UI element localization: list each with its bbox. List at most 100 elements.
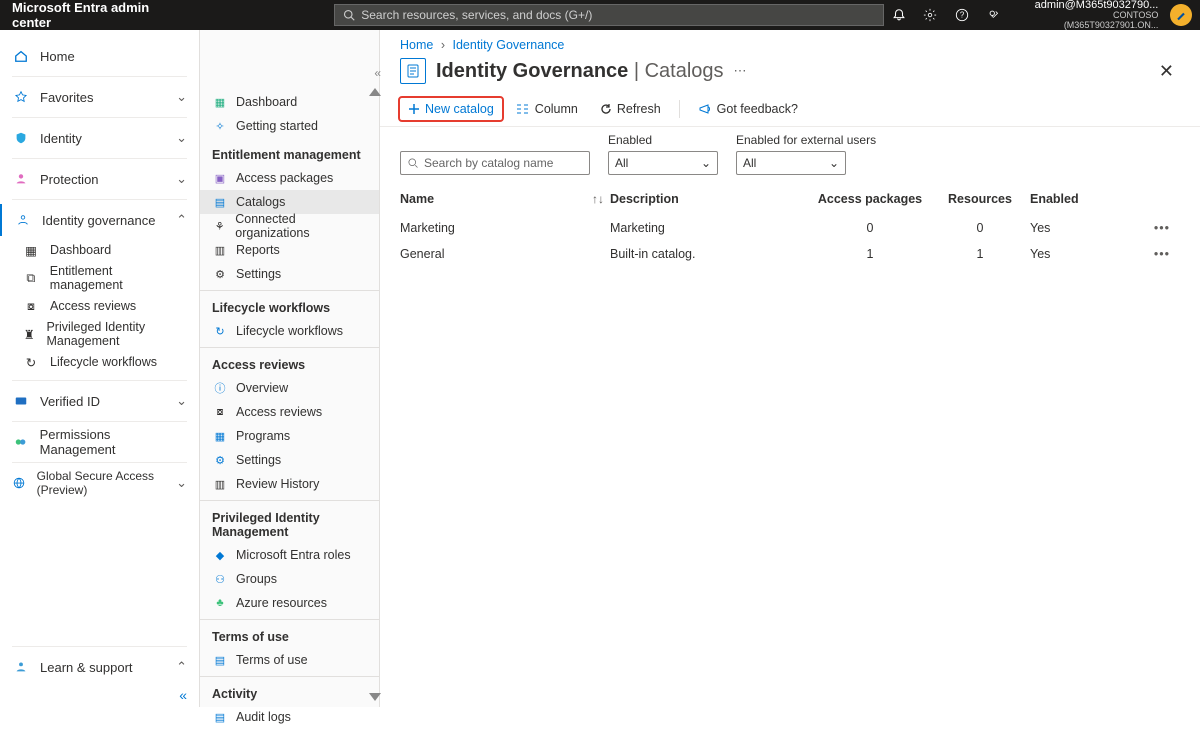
refresh-button[interactable]: Refresh: [592, 98, 669, 120]
col-name[interactable]: Name: [400, 192, 434, 206]
nav-identity[interactable]: Identity ⌄: [0, 122, 199, 154]
sort-icon[interactable]: ↑↓: [592, 192, 604, 206]
settings-icon[interactable]: [916, 0, 946, 30]
snav-access-reviews[interactable]: ⧇Access reviews: [200, 400, 379, 424]
snav-catalogs-label: Catalogs: [236, 195, 285, 209]
close-icon[interactable]: ✕: [1159, 61, 1180, 82]
nav-gov-pim[interactable]: ♜ Privileged Identity Management: [10, 320, 199, 348]
cell-pkgs: 1: [810, 247, 930, 261]
snav-terms[interactable]: ▤Terms of use: [200, 648, 379, 672]
reports-icon: ▥: [212, 244, 228, 257]
snav-programs-label: Programs: [236, 429, 290, 443]
cell-desc: Marketing: [610, 221, 810, 235]
feedback-button[interactable]: Got feedback?: [690, 98, 806, 120]
snav-catalogs[interactable]: ▤ Catalogs: [200, 190, 379, 214]
snav-connected-orgs-label: Connected organizations: [235, 212, 367, 240]
nav-verified-id[interactable]: Verified ID ⌄: [0, 385, 199, 417]
col-enabled[interactable]: Enabled: [1030, 192, 1130, 206]
nav-gov-entitlement[interactable]: ⧉ Entitlement management: [10, 264, 199, 292]
row-more-button[interactable]: •••: [1130, 247, 1170, 261]
snav-access-reviews-label: Access reviews: [236, 405, 322, 419]
nav-learn[interactable]: Learn & support ⌃: [0, 651, 199, 683]
snav-lifecycle[interactable]: ↻Lifecycle workflows: [200, 319, 379, 343]
new-catalog-label: New catalog: [425, 102, 494, 116]
snav-programs[interactable]: ▦ Programs: [200, 424, 379, 448]
help-icon[interactable]: ?: [947, 0, 977, 30]
enabled-filter-select[interactable]: All ⌄: [608, 151, 718, 175]
snav-h-pim: Privileged Identity Management: [200, 500, 379, 543]
col-resources[interactable]: Resources: [930, 192, 1030, 206]
cell-name: General: [400, 247, 610, 261]
groups-icon: ⚇: [212, 573, 228, 586]
nav-identity-governance[interactable]: Identity governance ⌃: [0, 204, 199, 236]
nav-favorites[interactable]: Favorites ⌄: [0, 81, 199, 113]
table-row[interactable]: Marketing Marketing 0 0 Yes •••: [400, 215, 1180, 241]
new-catalog-button[interactable]: New catalog: [400, 98, 502, 120]
breadcrumb-home[interactable]: Home: [400, 38, 433, 52]
lifecycle-icon: ↻: [22, 355, 40, 370]
notifications-icon[interactable]: [884, 0, 914, 30]
snav-review-history[interactable]: ▥Review History: [200, 472, 379, 496]
more-icon[interactable]: ⋯: [734, 63, 747, 79]
org-icon: ⚘: [212, 220, 227, 233]
catalog-search-input[interactable]: Search by catalog name: [400, 151, 590, 175]
snav-dashboard[interactable]: ▦Dashboard: [200, 90, 379, 114]
snav-connected-orgs[interactable]: ⚘ Connected organizations: [200, 214, 379, 238]
pim-icon: ♜: [22, 327, 36, 342]
column-button[interactable]: Column: [508, 98, 586, 120]
avatar[interactable]: [1170, 4, 1192, 26]
nav-gsa[interactable]: Global Secure Access (Preview) ⌄: [0, 467, 199, 499]
row-more-button[interactable]: •••: [1130, 221, 1170, 235]
page-icon: [400, 58, 426, 84]
nav-gov-lifecycle[interactable]: ↻ Lifecycle workflows: [10, 348, 199, 376]
collapse-toggle[interactable]: «: [0, 683, 199, 707]
globe-icon: [12, 476, 27, 490]
review-icon: ⧇: [22, 299, 40, 314]
snav-reports[interactable]: ▥Reports: [200, 238, 379, 262]
package-icon: ⧉: [22, 271, 40, 286]
snav-groups[interactable]: ⚇Groups: [200, 567, 379, 591]
column-label: Column: [535, 102, 578, 116]
snav-settings[interactable]: ⚙Settings: [200, 262, 379, 286]
snav-overview[interactable]: ⓘOverview: [200, 376, 379, 400]
enabled-filter-value: All: [615, 156, 628, 170]
catalog-icon: ▤: [212, 196, 228, 209]
breadcrumb-governance[interactable]: Identity Governance: [452, 38, 564, 52]
table-row[interactable]: General Built-in catalog. 1 1 Yes •••: [400, 241, 1180, 267]
snav-audit[interactable]: ▤Audit logs: [200, 705, 379, 729]
nav-gov-access-reviews[interactable]: ⧇ Access reviews: [10, 292, 199, 320]
snav-settings2[interactable]: ⚙Settings: [200, 448, 379, 472]
col-description[interactable]: Description: [610, 192, 810, 206]
external-filter-select[interactable]: All ⌄: [736, 151, 846, 175]
lifecycle-icon: ↻: [212, 325, 228, 338]
cell-enabled: Yes: [1030, 247, 1130, 261]
nav-home[interactable]: Home: [0, 40, 199, 72]
enabled-filter-label: Enabled: [608, 133, 718, 147]
feedback-icon[interactable]: [979, 0, 1009, 30]
snav-getting-started[interactable]: ✧Getting started: [200, 114, 379, 138]
snav-azure[interactable]: ♣Azure resources: [200, 591, 379, 615]
refresh-icon: [600, 103, 612, 115]
grid-icon: ▦: [22, 243, 40, 258]
governance-icon: [14, 213, 32, 227]
programs-icon: ▦: [212, 430, 228, 443]
nav-home-label: Home: [40, 49, 75, 64]
snav-access-packages[interactable]: ▣Access packages: [200, 166, 379, 190]
brand-label: Microsoft Entra admin center: [12, 0, 189, 30]
snav-review-history-label: Review History: [236, 477, 319, 491]
permissions-icon: [12, 435, 30, 449]
nav-protection[interactable]: Protection ⌄: [0, 163, 199, 195]
snav-h-activity: Activity: [200, 676, 379, 705]
external-filter-value: All: [743, 156, 756, 170]
global-search-input[interactable]: Search resources, services, and docs (G+…: [334, 4, 884, 26]
nav-gov-lifecycle-label: Lifecycle workflows: [50, 355, 157, 369]
nav-gov-pim-label: Privileged Identity Management: [46, 320, 187, 348]
nav-gov-dashboard[interactable]: ▦ Dashboard: [10, 236, 199, 264]
snav-access-packages-label: Access packages: [236, 171, 333, 185]
snav-entra-roles[interactable]: ◆Microsoft Entra roles: [200, 543, 379, 567]
protection-icon: [12, 172, 30, 186]
nav-protection-label: Protection: [40, 172, 99, 187]
col-access-packages[interactable]: Access packages: [810, 192, 930, 206]
nav-permissions[interactable]: Permissions Management: [0, 426, 199, 458]
cell-res: 1: [930, 247, 1030, 261]
